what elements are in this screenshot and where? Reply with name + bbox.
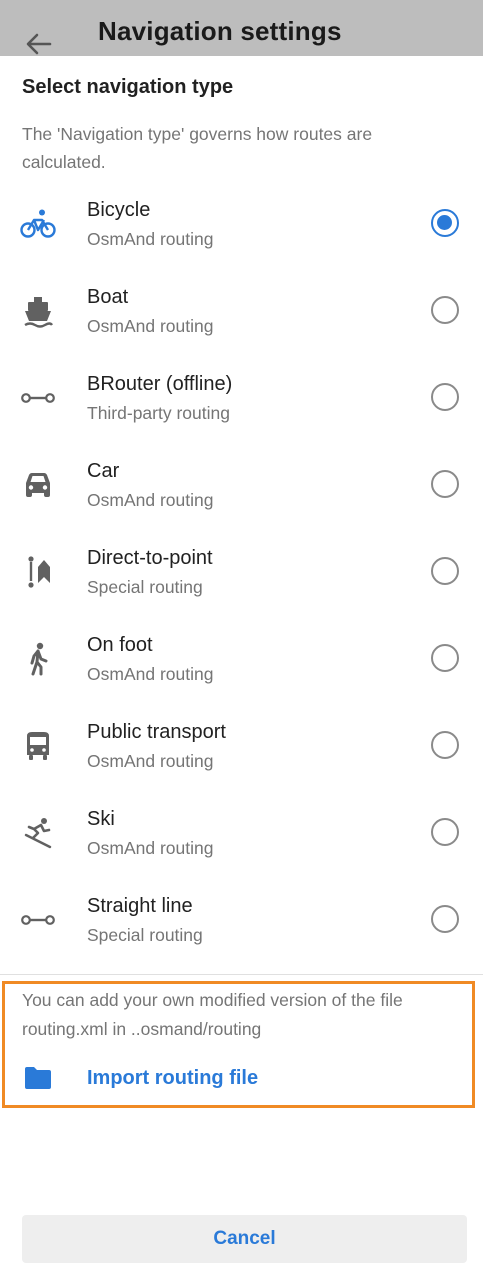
radio-button[interactable] xyxy=(431,557,459,585)
bus-icon xyxy=(20,728,56,764)
car-icon xyxy=(20,467,56,503)
nav-type-subtitle: OsmAnd routing xyxy=(87,229,214,249)
arrow-back-icon xyxy=(26,33,52,55)
nav-type-subtitle: OsmAnd routing xyxy=(87,751,214,771)
nav-type-title: BRouter (offline) xyxy=(87,373,233,395)
ski-icon xyxy=(20,815,56,851)
nav-type-boat[interactable]: Boat OsmAnd routing xyxy=(0,267,483,354)
nav-type-ski[interactable]: Ski OsmAnd routing xyxy=(0,789,483,876)
nav-type-subtitle: OsmAnd routing xyxy=(87,838,214,858)
top-bar: Navigation settings xyxy=(0,0,483,56)
pedestrian-icon xyxy=(20,641,56,677)
import-hint: You can add your own modified version of… xyxy=(22,990,403,1039)
radio-button-selected[interactable] xyxy=(431,209,459,237)
nav-type-brouter[interactable]: BRouter (offline) Third-party routing xyxy=(0,354,483,441)
section-title: Select navigation type xyxy=(22,76,234,98)
bicycle-icon xyxy=(20,206,56,242)
direct-to-point-icon xyxy=(20,554,56,590)
straight-line-icon xyxy=(20,380,56,416)
nav-type-title: Ski xyxy=(87,808,115,830)
nav-type-title: Direct-to-point xyxy=(87,547,213,569)
nav-type-subtitle: OsmAnd routing xyxy=(87,490,214,510)
nav-type-subtitle: OsmAnd routing xyxy=(87,316,214,336)
import-routing-file-button[interactable]: Import routing file xyxy=(0,1056,483,1104)
radio-button[interactable] xyxy=(431,644,459,672)
navigation-type-list: Bicycle OsmAnd routing Boat OsmAnd routi… xyxy=(0,180,483,963)
nav-type-bicycle[interactable]: Bicycle OsmAnd routing xyxy=(0,180,483,267)
cancel-button[interactable]: Cancel xyxy=(22,1215,467,1263)
import-routing-file-label: Import routing file xyxy=(87,1067,259,1089)
nav-type-title: On foot xyxy=(87,634,153,656)
section-description: The 'Navigation type' governs how routes… xyxy=(22,124,373,172)
nav-type-title: Public transport xyxy=(87,721,226,743)
nav-type-straight-line[interactable]: Straight line Special routing xyxy=(0,876,483,963)
nav-type-subtitle: Third-party routing xyxy=(87,403,230,423)
straight-line-icon xyxy=(20,902,56,938)
nav-type-subtitle: OsmAnd routing xyxy=(87,664,214,684)
boat-icon xyxy=(20,293,56,329)
radio-button[interactable] xyxy=(431,383,459,411)
radio-button[interactable] xyxy=(431,470,459,498)
radio-button[interactable] xyxy=(431,818,459,846)
folder-icon xyxy=(25,1067,51,1089)
nav-type-car[interactable]: Car OsmAnd routing xyxy=(0,441,483,528)
radio-button[interactable] xyxy=(431,731,459,759)
back-button[interactable] xyxy=(22,30,54,58)
radio-button[interactable] xyxy=(431,905,459,933)
page-title: Navigation settings xyxy=(98,16,342,46)
nav-type-subtitle: Special routing xyxy=(87,577,203,597)
nav-type-subtitle: Special routing xyxy=(87,925,203,945)
cancel-button-label: Cancel xyxy=(213,1228,276,1249)
navigation-type-sheet: Select navigation type The 'Navigation t… xyxy=(0,56,483,1280)
nav-type-title: Car xyxy=(87,460,120,482)
nav-type-title: Bicycle xyxy=(87,199,151,221)
nav-type-public-transport[interactable]: Public transport OsmAnd routing xyxy=(0,702,483,789)
nav-type-title: Boat xyxy=(87,286,129,308)
radio-button[interactable] xyxy=(431,296,459,324)
nav-type-direct-to-point[interactable]: Direct-to-point Special routing xyxy=(0,528,483,615)
divider xyxy=(0,974,483,975)
nav-type-on-foot[interactable]: On foot OsmAnd routing xyxy=(0,615,483,702)
nav-type-title: Straight line xyxy=(87,895,193,917)
